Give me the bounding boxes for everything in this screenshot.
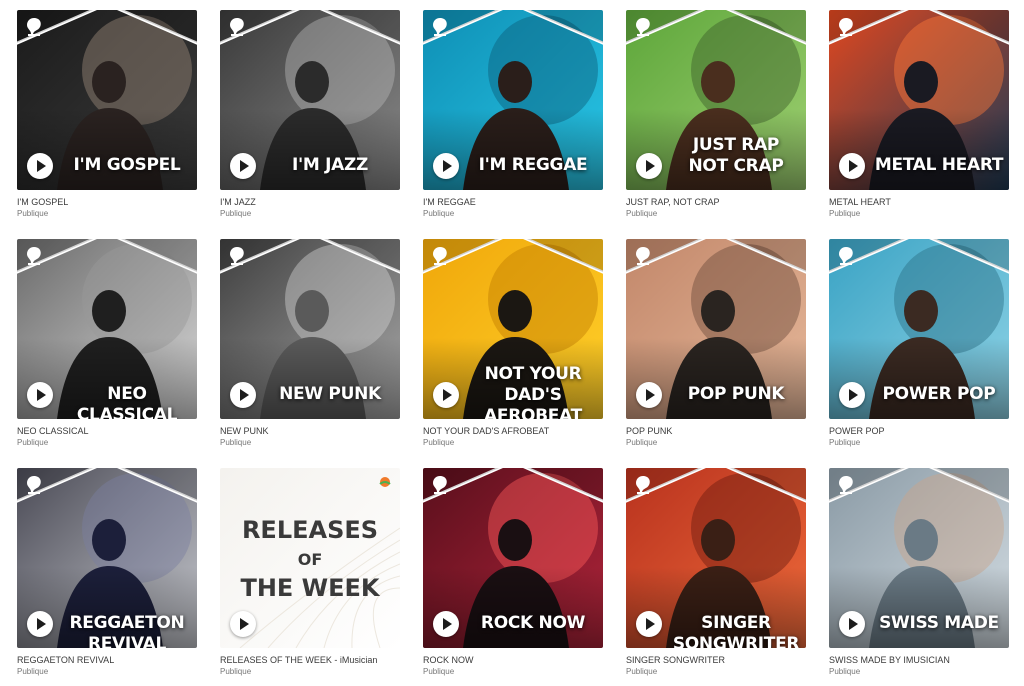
- playlist-name[interactable]: SINGER SONGWRITER: [626, 654, 806, 666]
- play-button[interactable]: [433, 153, 459, 179]
- playlist-cover[interactable]: RELEASES OF THE WEEK: [220, 468, 400, 648]
- imusician-logo-icon: [636, 476, 650, 494]
- playlist-card[interactable]: RELEASES OF THE WEEK RELEASES OF THE WEEK -…: [220, 468, 400, 677]
- play-button[interactable]: [433, 611, 459, 637]
- playlist-cover[interactable]: NEW PUNK: [220, 239, 400, 419]
- playlist-cover[interactable]: I'M REGGAE: [423, 10, 603, 190]
- playlist-visibility: Publique: [829, 667, 861, 676]
- imusician-logo-icon: [433, 18, 447, 36]
- playlist-name[interactable]: RELEASES OF THE WEEK - iMusician: [220, 654, 400, 666]
- imusician-logo-icon: [839, 18, 853, 36]
- playlist-name[interactable]: METAL HEART: [829, 196, 1009, 208]
- playlist-grid: I'M GOSPEL I'M GOSPEL Publique I'M JAZZ I'M …: [0, 0, 1024, 686]
- playlist-visibility: Publique: [220, 438, 252, 447]
- playlist-card[interactable]: JUST RAP NOT CRAP JUST RAP, NOT CRAP Publi…: [626, 10, 806, 219]
- imusician-logo-icon: [230, 247, 244, 265]
- playlist-cover[interactable]: REGGAETON REVIVAL: [17, 468, 197, 648]
- play-button[interactable]: [839, 382, 865, 408]
- playlist-cover[interactable]: SWISS MADE: [829, 468, 1009, 648]
- play-button[interactable]: [230, 382, 256, 408]
- playlist-card[interactable]: ROCK NOW ROCK NOW Publique: [423, 468, 603, 677]
- playlist-cover[interactable]: POP PUNK: [626, 239, 806, 419]
- playlist-visibility: Publique: [423, 209, 455, 218]
- play-button[interactable]: [636, 153, 662, 179]
- playlist-cover[interactable]: SINGER SONGWRITER: [626, 468, 806, 648]
- play-button[interactable]: [839, 611, 865, 637]
- playlist-name[interactable]: POWER POP: [829, 425, 1009, 437]
- playlist-cover[interactable]: I'M GOSPEL: [17, 10, 197, 190]
- playlist-cover[interactable]: ROCK NOW: [423, 468, 603, 648]
- playlist-name[interactable]: I'M JAZZ: [220, 196, 400, 208]
- imusician-logo-icon: [839, 476, 853, 494]
- play-button[interactable]: [839, 153, 865, 179]
- playlist-name[interactable]: NEW PUNK: [220, 425, 400, 437]
- imusician-logo-icon: [636, 247, 650, 265]
- imusician-logo-icon: [230, 18, 244, 36]
- playlist-card[interactable]: POWER POP POWER POP Publique: [829, 239, 1009, 448]
- playlist-visibility: Publique: [17, 438, 49, 447]
- playlist-name[interactable]: SWISS MADE BY IMUSICIAN: [829, 654, 1009, 666]
- playlist-name[interactable]: REGGAETON REVIVAL: [17, 654, 197, 666]
- playlist-name[interactable]: JUST RAP, NOT CRAP: [626, 196, 806, 208]
- play-button[interactable]: [27, 153, 53, 179]
- playlist-card[interactable]: REGGAETON REVIVAL REGGAETON REVIVAL Publiq…: [17, 468, 197, 677]
- playlist-visibility: Publique: [17, 667, 49, 676]
- playlist-card[interactable]: SINGER SONGWRITER SINGER SONGWRITER Publiq…: [626, 468, 806, 677]
- playlist-name[interactable]: NEO CLASSICAL: [17, 425, 197, 437]
- releases-line: OF: [297, 550, 323, 569]
- playlist-visibility: Publique: [829, 438, 861, 447]
- imusician-logo-icon: [27, 476, 41, 494]
- play-button[interactable]: [433, 382, 459, 408]
- playlist-card[interactable]: I'M GOSPEL I'M GOSPEL Publique: [17, 10, 197, 219]
- playlist-cover[interactable]: JUST RAP NOT CRAP: [626, 10, 806, 190]
- playlist-card[interactable]: I'M REGGAE I'M REGGAE Publique: [423, 10, 603, 219]
- playlist-cover[interactable]: POWER POP: [829, 239, 1009, 419]
- playlist-visibility: Publique: [423, 667, 455, 676]
- playlist-card[interactable]: SWISS MADE SWISS MADE BY IMUSICIAN Publiqu…: [829, 468, 1009, 677]
- playlist-card[interactable]: POP PUNK POP PUNK Publique: [626, 239, 806, 448]
- playlist-cover[interactable]: NOT YOUR DAD'S AFROBEAT: [423, 239, 603, 419]
- playlist-name[interactable]: ROCK NOW: [423, 654, 603, 666]
- playlist-cover[interactable]: METAL HEART: [829, 10, 1009, 190]
- playlist-card[interactable]: I'M JAZZ I'M JAZZ Publique: [220, 10, 400, 219]
- releases-cover-text: RELEASES OF THE WEEK: [220, 516, 400, 603]
- playlist-name[interactable]: I'M REGGAE: [423, 196, 603, 208]
- imusician-logo-icon: [27, 247, 41, 265]
- play-button[interactable]: [636, 611, 662, 637]
- playlist-visibility: Publique: [626, 438, 658, 447]
- playlist-visibility: Publique: [626, 209, 658, 218]
- releases-line: RELEASES: [241, 516, 379, 544]
- playlist-visibility: Publique: [829, 209, 861, 218]
- playlist-visibility: Publique: [220, 209, 252, 218]
- playlist-card[interactable]: METAL HEART METAL HEART Publique: [829, 10, 1009, 219]
- imusician-logo-icon: [433, 476, 447, 494]
- play-button[interactable]: [636, 382, 662, 408]
- playlist-name[interactable]: NOT YOUR DAD'S AFROBEAT: [423, 425, 603, 437]
- imusician-logo-icon: [839, 247, 853, 265]
- playlist-card[interactable]: NEW PUNK NEW PUNK Publique: [220, 239, 400, 448]
- playlist-card[interactable]: NEO CLASSICAL NEO CLASSICAL Publique: [17, 239, 197, 448]
- imusician-logo-icon: [433, 247, 447, 265]
- playlist-cover[interactable]: I'M JAZZ: [220, 10, 400, 190]
- play-button[interactable]: [230, 153, 256, 179]
- releases-line: THE WEEK: [240, 574, 380, 602]
- play-button[interactable]: [230, 611, 256, 637]
- play-button[interactable]: [27, 611, 53, 637]
- playlist-card[interactable]: NOT YOUR DAD'S AFROBEAT NOT YOUR DAD'S AF…: [423, 239, 603, 448]
- playlist-cover[interactable]: NEO CLASSICAL: [17, 239, 197, 419]
- playlist-name[interactable]: POP PUNK: [626, 425, 806, 437]
- imusician-logo-icon: [27, 18, 41, 36]
- playlist-visibility: Publique: [220, 667, 252, 676]
- playlist-visibility: Publique: [626, 667, 658, 676]
- playlist-visibility: Publique: [17, 209, 49, 218]
- playlist-visibility: Publique: [423, 438, 455, 447]
- imusician-logo-icon: [636, 18, 650, 36]
- play-button[interactable]: [27, 382, 53, 408]
- playlist-name[interactable]: I'M GOSPEL: [17, 196, 197, 208]
